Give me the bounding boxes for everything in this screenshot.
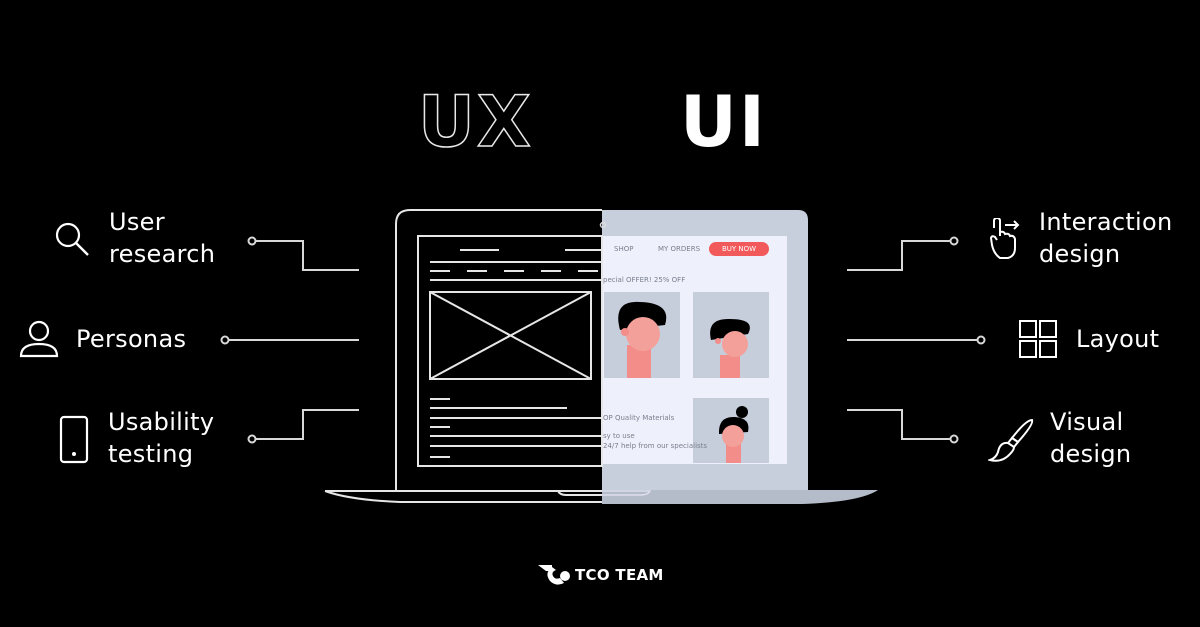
nav-my-orders[interactable]: MY ORDERS (658, 245, 700, 253)
search-icon (53, 220, 91, 258)
smartphone-icon (59, 415, 89, 465)
interaction-design-label: Interaction design (1039, 208, 1173, 268)
connector-interaction (847, 240, 950, 271)
brand-name: TCO TEAM (575, 566, 664, 584)
offer-text: pecial OFFER! 25% OFF (603, 276, 686, 284)
ux-connectors (220, 236, 359, 444)
usability-testing-label: Usability testing (108, 408, 215, 468)
person-icon (19, 320, 59, 358)
feature-2: sy to use (603, 432, 635, 440)
personas-label: Personas (76, 325, 187, 353)
diagram-graphics (220, 209, 986, 504)
ui-connectors (847, 236, 986, 444)
hand-swipe-icon (988, 218, 1024, 260)
connector-usability (256, 409, 359, 440)
layout-label: Layout (1076, 325, 1160, 353)
connector-visual (847, 409, 950, 440)
grid-layout-icon (1019, 320, 1059, 360)
user-research-label: User research (109, 208, 216, 268)
feature-1: OP Quality Materials (603, 414, 675, 422)
tco-logo-icon (538, 563, 574, 587)
buy-now-button[interactable]: BUY NOW (709, 242, 769, 256)
visual-design-label: Visual design (1050, 408, 1132, 468)
feature-3: 24/7 help from our specialists (603, 442, 708, 450)
paintbrush-icon (988, 418, 1034, 464)
nav-shop[interactable]: SHOP (614, 245, 633, 253)
ux-wireframe-half (324, 209, 603, 503)
connector-user-research (256, 240, 359, 271)
